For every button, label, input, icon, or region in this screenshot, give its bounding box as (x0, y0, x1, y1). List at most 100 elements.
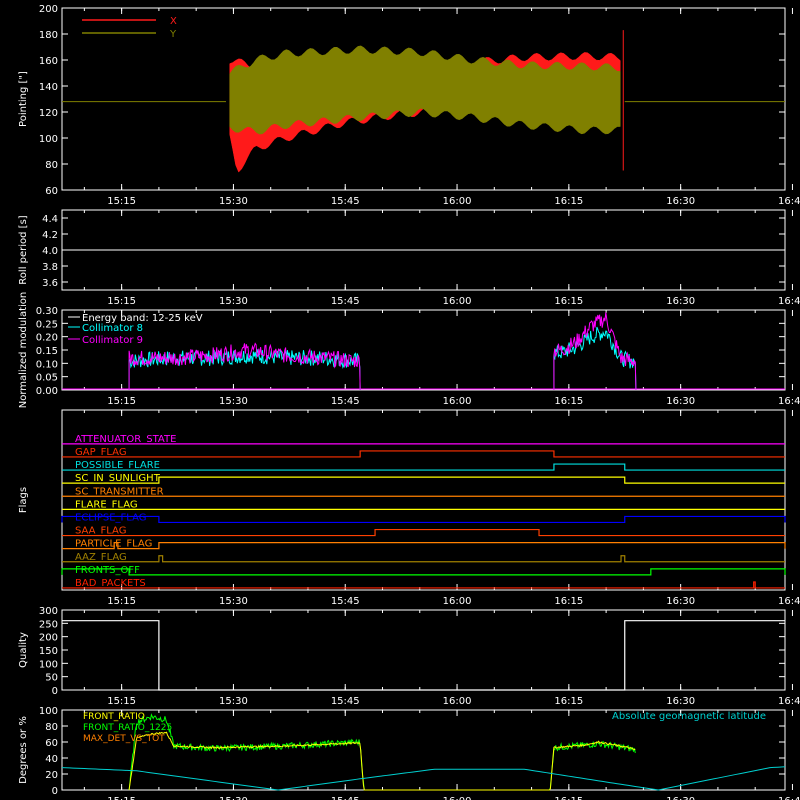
x-tick-label: 15:15 (107, 796, 136, 800)
x-tick-label: 15:45 (331, 596, 360, 607)
x-tick-label: 15:45 (331, 796, 360, 800)
x-tick-label: 15:30 (219, 796, 248, 800)
flag-label-flare-flag: FLARE_FLAG (75, 499, 138, 510)
y-tick-label: 20 (45, 770, 58, 781)
flag-line-eclipse-flag (61, 515, 786, 524)
y-tick-label: 200 (39, 4, 58, 15)
flag-line-gap-flag (62, 450, 785, 458)
x-tick-label: 15:45 (331, 396, 360, 407)
x-tick-label: 16:15 (554, 696, 583, 707)
flag-label-possible-flare: POSSIBLE_FLARE (75, 460, 160, 471)
x-tick-label: 16:30 (666, 796, 695, 800)
x-tick-label: 15:30 (219, 396, 248, 407)
y-tick-label: 4.2 (42, 230, 58, 241)
modulation-series-collimator-9 (128, 342, 361, 391)
plot-frame (61, 709, 786, 791)
y-axis-label: Quality (18, 632, 29, 668)
flag-line-saa-flag (62, 528, 785, 537)
y-tick-label: 0.00 (36, 386, 58, 397)
y-tick-label: 0.15 (36, 346, 58, 357)
x-tick-label: 15:45 (331, 696, 360, 707)
x-tick-label: 15:30 (219, 196, 248, 207)
flag-line-particle-flag (62, 542, 786, 550)
x-tick-label: 16:45 (778, 196, 800, 207)
y-tick-label: 0 (52, 786, 58, 797)
flag-line-sc-in-sunlight (62, 476, 785, 484)
flag-label-particle-flag: PARTICLE_FLAG (75, 539, 152, 550)
flag-line-aaz-flag (62, 555, 785, 563)
x-tick-label: 16:15 (554, 296, 583, 307)
x-tick-label: 15:15 (107, 396, 136, 407)
x-tick-label: 15:15 (107, 196, 136, 207)
y-tick-label: 0.10 (36, 359, 58, 370)
x-tick-label: 16:15 (554, 396, 583, 407)
x-tick-label: 16:30 (666, 196, 695, 207)
y-tick-label: 0.30 (36, 306, 58, 317)
x-tick-label: 16:15 (554, 796, 583, 800)
x-tick-label: 15:15 (107, 596, 136, 607)
y-tick-label: 120 (39, 108, 58, 119)
x-tick-label: 16:45 (778, 396, 800, 407)
legend-label-y: Y (169, 29, 177, 40)
flag-label-sc-in-sunlight: SC_IN_SUNLIGHT (75, 473, 161, 484)
x-tick-label: 16:45 (778, 696, 800, 707)
latitude-annotation: Absolute geomagnetic latitude (612, 711, 766, 722)
rhessi-quicklook-panel: 15:15 15:30 15:45 16:00 16:15 16:30 16:45 Point… (0, 0, 800, 800)
y-tick-label: 200 (39, 633, 58, 644)
y-tick-label: 150 (39, 646, 58, 657)
y-tick-label: 100 (39, 706, 58, 717)
x-tick-label: 16:00 (443, 396, 472, 407)
y-tick-label: 4.0 (42, 246, 58, 257)
y-tick-label: 3.6 (42, 278, 58, 289)
modulation-legend-collimator-9: Collimator 9 (82, 335, 143, 346)
ratio-legend-max_det_vs_tot: MAX_DET_VS_TOT (83, 734, 165, 744)
y-tick-label: 50 (45, 673, 58, 684)
modulation-legend-collimator-8: Collimator 8 (82, 323, 143, 334)
flag-label-attenuator-state: ATTENUATOR_STATE (75, 434, 176, 445)
y-tick-label: 250 (39, 619, 58, 630)
y-axis-label: Flags (18, 487, 29, 513)
x-tick-label: 16:30 (666, 296, 695, 307)
flag-label-bad-packets: BAD_PACKETS (75, 578, 146, 589)
quality-series (62, 620, 785, 691)
y-tick-label: 0.25 (36, 319, 58, 330)
y-tick-label: 40 (45, 754, 58, 765)
x-tick-label: 16:15 (554, 196, 583, 207)
legend-label-x: X (170, 16, 177, 27)
x-tick-label: 15:30 (219, 296, 248, 307)
y-tick-label: 60 (45, 738, 58, 749)
flag-line-possible-flare (62, 463, 785, 471)
y-tick-label: 0.05 (36, 373, 58, 384)
ratio-legend-front_ratio_1225: FRONT_RATIO_1225 (83, 723, 172, 733)
flag-line-bad-packets (62, 581, 785, 589)
x-tick-label: 16:30 (666, 396, 695, 407)
ratio-series-front_ratio_1225 (128, 713, 636, 791)
plot-frame (61, 609, 786, 691)
y-tick-label: 160 (39, 56, 58, 67)
ratio-series-latitude (61, 766, 786, 791)
y-tick-label: 100 (39, 659, 58, 670)
x-tick-label: 16:15 (554, 596, 583, 607)
y-tick-label: 60 (45, 186, 58, 197)
y-tick-label: 0 (52, 686, 58, 697)
x-tick-label: 15:45 (331, 296, 360, 307)
x-tick-label: 15:30 (219, 596, 248, 607)
y-tick-label: 180 (39, 30, 58, 41)
x-tick-label: 15:45 (331, 196, 360, 207)
x-tick-label: 15:15 (107, 296, 136, 307)
ratio-series-front_ratio (128, 731, 636, 791)
flag-label-saa-flag: SAA_FLAG (75, 526, 126, 537)
flag-label-eclipse-flag: ECLIPSE_FLAG (75, 512, 146, 523)
x-tick-label: 15:30 (219, 696, 248, 707)
y-tick-label: 0.20 (36, 333, 58, 344)
y-tick-label: 4.4 (42, 214, 58, 225)
flag-label-sc-transmitter: SC_TRANSMITTER (75, 486, 164, 497)
x-tick-label: 16:00 (443, 696, 472, 707)
flag-label-fronts-off: FRONTS_OFF (75, 565, 140, 576)
x-tick-label: 16:00 (443, 796, 472, 800)
x-tick-label: 15:15 (107, 696, 136, 707)
y-tick-label: 100 (39, 134, 58, 145)
x-tick-label: 16:30 (666, 696, 695, 707)
x-tick-label: 16:00 (443, 196, 472, 207)
modulation-series-collimator-9 (553, 312, 637, 391)
